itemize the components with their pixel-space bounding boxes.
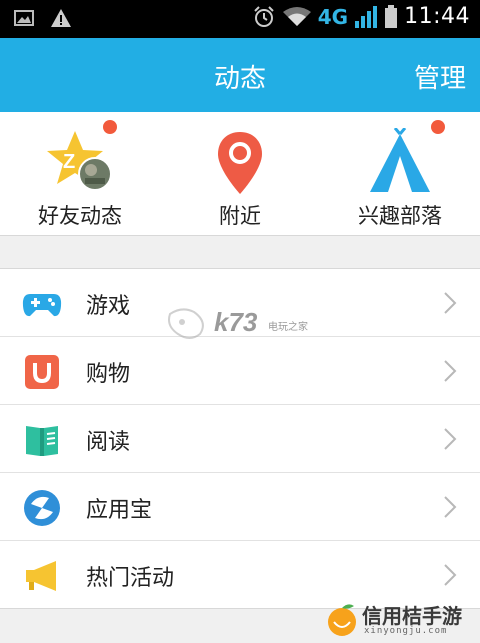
quick-label-nearby: 附近 (219, 204, 261, 228)
list-item-reading[interactable]: 阅读 (0, 405, 480, 473)
book-icon (22, 420, 62, 460)
chevron-right-icon (444, 292, 457, 314)
chevron-right-icon (444, 496, 457, 518)
page-title: 动态 (213, 64, 266, 94)
chevron-right-icon (444, 428, 457, 450)
watermark-k73: k73 (214, 307, 258, 337)
list-label-hot-events: 热门活动 (86, 566, 175, 591)
app-store-icon (22, 488, 62, 528)
manage-button[interactable]: 管理 (414, 58, 466, 95)
image-notification-icon (14, 10, 34, 26)
status-time: 11:44 (404, 4, 470, 29)
watermark-k73-sub: 电玩之家 (268, 322, 308, 333)
list-label-reading: 阅读 (86, 430, 131, 455)
quick-label-tribe: 兴趣部落 (358, 204, 442, 228)
shopping-bag-icon (22, 352, 62, 392)
friends-feed-icon: Z (45, 120, 117, 198)
chevron-right-icon (444, 564, 457, 586)
tent-icon (365, 120, 445, 198)
gamepad-icon (22, 284, 62, 324)
list-item-app-store[interactable]: 应用宝 (0, 473, 480, 541)
quick-item-tribe[interactable]: 兴趣部落 (320, 112, 480, 236)
app-header: 动态 管理 (0, 38, 480, 112)
quick-entries: Z 好友动态 附近 兴趣部落 (0, 112, 480, 236)
list-label-app-store: 应用宝 (86, 498, 153, 523)
watermark-bottom-url: xinyongju.com (364, 626, 448, 636)
list-label-game: 游戏 (86, 294, 131, 319)
orange-logo-icon (328, 604, 356, 636)
watermark-bottom: 信用桔手游 xinyongju.com (326, 598, 478, 642)
status-bar: 4G 11:44 (0, 0, 480, 38)
wifi-icon (282, 6, 311, 26)
list-label-shopping: 购物 (86, 362, 131, 387)
alarm-icon (254, 5, 274, 27)
status-right: 4G 11:44 (252, 4, 470, 29)
network-type: 4G (317, 4, 349, 29)
location-pin-icon (205, 128, 275, 198)
quick-label-friends-feed: 好友动态 (38, 204, 122, 228)
svg-text:Z: Z (63, 151, 75, 173)
status-left (14, 8, 72, 28)
battery-icon (385, 4, 398, 28)
tribe-badge (431, 120, 445, 134)
list-item-shopping[interactable]: 购物 (0, 337, 480, 405)
warning-icon (51, 9, 71, 27)
megaphone-icon (22, 556, 62, 596)
signal-icon (355, 5, 378, 28)
quick-item-friends-feed[interactable]: Z 好友动态 (0, 112, 160, 236)
watermark-bottom-title: 信用桔手游 (362, 604, 462, 628)
chevron-right-icon (444, 360, 457, 382)
friends-feed-badge (103, 120, 117, 134)
quick-item-nearby[interactable]: 附近 (160, 112, 320, 236)
